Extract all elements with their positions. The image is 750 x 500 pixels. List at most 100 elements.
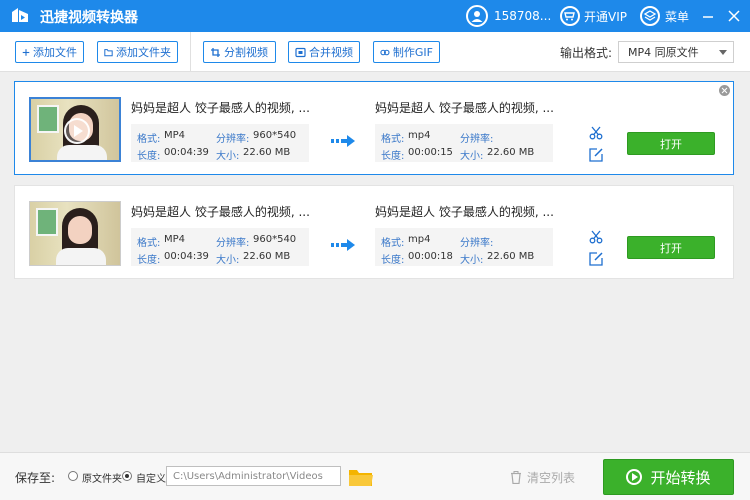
add-folder-label: 添加文件夹 — [116, 46, 171, 59]
remove-file-icon[interactable] — [719, 85, 730, 96]
plus-icon — [22, 48, 30, 56]
add-file-label: 添加文件 — [33, 46, 77, 59]
minimize-icon[interactable] — [700, 8, 716, 24]
open-button-label: 打开 — [660, 137, 682, 151]
convert-arrow-icon — [331, 239, 355, 251]
edit-icon[interactable] — [588, 251, 604, 267]
split-video-label: 分割视频 — [224, 46, 268, 59]
user-account[interactable]: 158708... — [466, 4, 551, 28]
crop-icon — [211, 47, 220, 57]
open-vip-button[interactable]: 开通VIP — [560, 4, 627, 28]
duration-key: 长度: — [381, 151, 405, 162]
output-format-select[interactable]: MP4 同原文件 — [618, 41, 734, 63]
close-icon[interactable] — [726, 8, 742, 24]
output-duration: 00:00:18 — [408, 251, 453, 262]
source-resolution: 960*540 — [253, 130, 297, 141]
resolution-key: 分辨率: — [460, 238, 494, 249]
format-key: 格式: — [381, 238, 405, 249]
clear-list-button[interactable]: 清空列表 — [510, 468, 575, 486]
custom-folder-label: 自定义 — [136, 474, 166, 485]
make-gif-label: 制作GIF — [392, 46, 433, 59]
add-file-button[interactable]: 添加文件 — [15, 41, 84, 63]
video-thumbnail[interactable] — [29, 201, 121, 266]
start-convert-button[interactable]: 开始转换 — [603, 459, 734, 495]
edit-icon[interactable] — [588, 147, 604, 163]
resolution-key: 分辨率: — [216, 238, 250, 249]
merge-video-label: 合并视频 — [309, 46, 353, 59]
bottom-bar: 保存至: 原文件夹 自定义 清空列表 开始转换 — [0, 452, 750, 500]
vip-label: 开通VIP — [584, 9, 627, 24]
start-convert-label: 开始转换 — [650, 468, 711, 487]
clear-list-label: 清空列表 — [527, 470, 576, 485]
merge-icon — [295, 47, 306, 57]
source-title: 妈妈是超人 饺子最感人的视频, ... — [131, 101, 310, 115]
menu-layers-icon — [640, 6, 660, 26]
output-title: 妈妈是超人 饺子最感人的视频, ... — [375, 101, 554, 115]
save-to-label: 保存至: — [15, 471, 56, 485]
save-path-input[interactable] — [166, 466, 341, 486]
scissors-icon[interactable] — [589, 126, 603, 140]
user-phone: 158708... — [494, 9, 552, 23]
play-icon[interactable] — [64, 118, 90, 144]
format-key: 格式: — [137, 238, 161, 249]
duration-key: 长度: — [137, 151, 161, 162]
output-duration: 00:00:15 — [408, 147, 453, 158]
user-icon — [466, 5, 488, 27]
output-format: mp4 — [408, 234, 431, 245]
size-key: 大小: — [460, 255, 484, 266]
source-size: 22.60 MB — [243, 251, 291, 262]
duration-key: 长度: — [381, 255, 405, 266]
source-resolution: 960*540 — [253, 234, 297, 245]
output-format-value: MP4 同原文件 — [628, 46, 699, 59]
open-button-label: 打开 — [660, 241, 682, 255]
format-key: 格式: — [381, 134, 405, 145]
size-key: 大小: — [460, 151, 484, 162]
source-duration: 00:04:39 — [164, 251, 209, 262]
merge-video-button[interactable]: 合并视频 — [288, 41, 360, 63]
file-card[interactable]: 妈妈是超人 饺子最感人的视频, ... 格式: MP4 分辨率: 960*540… — [14, 185, 734, 279]
chevron-down-icon — [719, 50, 727, 55]
size-key: 大小: — [216, 151, 240, 162]
toolbar: 添加文件 添加文件夹 分割视频 合并视频 制作GIF 输出格式: MP4 同原文… — [0, 32, 750, 72]
play-circle-icon — [626, 469, 643, 485]
output-size: 22.60 MB — [487, 147, 535, 158]
split-video-button[interactable]: 分割视频 — [203, 41, 276, 63]
original-folder-radio[interactable] — [68, 471, 78, 481]
output-size: 22.60 MB — [487, 251, 535, 262]
file-card[interactable]: 妈妈是超人 饺子最感人的视频, ... 格式: MP4 分辨率: 960*540… — [14, 81, 734, 175]
source-duration: 00:04:39 — [164, 147, 209, 158]
custom-folder-radio[interactable] — [122, 471, 132, 481]
open-button[interactable]: 打开 — [627, 132, 715, 155]
output-format-label: 输出格式: — [560, 46, 613, 60]
source-size: 22.60 MB — [243, 147, 291, 158]
video-thumbnail[interactable] — [29, 97, 121, 162]
output-title: 妈妈是超人 饺子最感人的视频, ... — [375, 205, 554, 219]
open-folder-icon[interactable] — [348, 466, 374, 488]
menu-label: 菜单 — [665, 9, 690, 24]
app-logo-icon — [12, 8, 28, 22]
format-key: 格式: — [137, 134, 161, 145]
source-format: MP4 — [164, 130, 186, 141]
output-info: 格式: mp4 分辨率: 长度: 00:00:15 大小: 22.60 MB — [375, 124, 553, 162]
source-title: 妈妈是超人 饺子最感人的视频, ... — [131, 205, 310, 219]
output-info: 格式: mp4 分辨率: 长度: 00:00:18 大小: 22.60 MB — [375, 228, 553, 266]
menu-button[interactable]: 菜单 — [640, 4, 689, 28]
title-bar: 迅捷视频转换器 158708... 开通VIP 菜单 — [0, 0, 750, 32]
make-gif-button[interactable]: 制作GIF — [373, 41, 440, 63]
size-key: 大小: — [216, 255, 240, 266]
scissors-icon[interactable] — [589, 230, 603, 244]
gif-link-icon — [380, 49, 390, 55]
toolbar-divider — [190, 32, 191, 72]
original-folder-label: 原文件夹 — [82, 474, 122, 485]
app-title: 迅捷视频转换器 — [40, 10, 138, 26]
resolution-key: 分辨率: — [216, 134, 250, 145]
resolution-key: 分辨率: — [460, 134, 494, 145]
duration-key: 长度: — [137, 255, 161, 266]
open-button[interactable]: 打开 — [627, 236, 715, 259]
source-format: MP4 — [164, 234, 186, 245]
source-info: 格式: MP4 分辨率: 960*540 长度: 00:04:39 大小: 22… — [131, 124, 309, 162]
output-format: mp4 — [408, 130, 431, 141]
vip-cart-icon — [560, 6, 580, 26]
add-folder-button[interactable]: 添加文件夹 — [97, 41, 178, 63]
folder-icon — [104, 48, 113, 56]
